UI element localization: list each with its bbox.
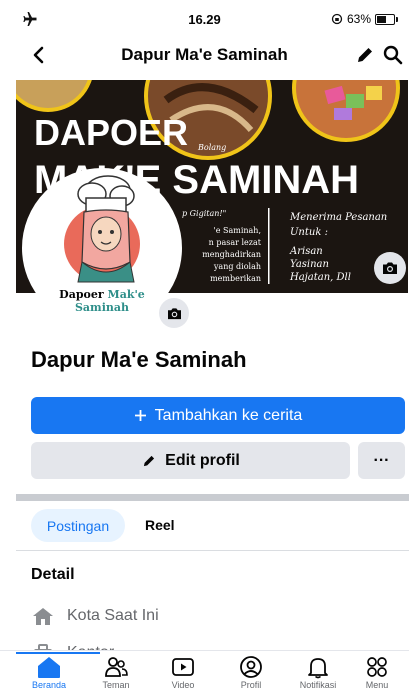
nav-menu[interactable]: Menu: [345, 655, 409, 690]
edit-cover-camera-button[interactable]: [374, 252, 406, 284]
cover-description-line: memberikan: [210, 274, 261, 283]
cover-order-item: Arisan: [289, 246, 323, 257]
pencil-icon: [144, 455, 155, 466]
edit-avatar-camera-button[interactable]: [159, 298, 189, 328]
home-icon: [38, 657, 60, 678]
nav-profile-label: Profil: [240, 680, 262, 690]
cover-order-item: Hajatan, Dll: [289, 272, 351, 283]
search-icon[interactable]: [382, 44, 404, 66]
cover-description-line: n pasar lezat: [209, 238, 262, 247]
battery-icon: [375, 13, 398, 25]
top-header: Dapur Ma'e Saminah: [0, 38, 409, 72]
nav-notifications[interactable]: Notifikasi: [286, 655, 350, 690]
cover-headline-1: DAPOER: [34, 112, 188, 153]
profile-avatar[interactable]: Dapoer Mak'e Saminah: [22, 168, 182, 328]
cover-description-line: yang diolah: [213, 262, 261, 271]
cover-description-line: 'e Saminah,: [214, 226, 262, 235]
friends-icon: [105, 657, 128, 677]
orientation-lock-icon: [331, 13, 343, 25]
battery-percent: 63%: [346, 12, 371, 26]
cover-tagline: p Gigitan!": [182, 209, 226, 218]
camera-icon: [383, 262, 397, 274]
section-divider: [16, 494, 409, 501]
nav-video[interactable]: Video: [151, 655, 215, 690]
house-icon: [33, 608, 53, 625]
bottom-navigation: Beranda Teman Video Profil Notifikasi Me…: [0, 650, 409, 692]
bell-icon: [308, 658, 328, 679]
menu-grid-icon: [367, 657, 387, 677]
cover-order-title-1: Menerima Pesanan: [289, 212, 387, 223]
video-icon: [172, 658, 194, 676]
page-title: Dapur Ma'e Saminah: [121, 45, 288, 64]
edit-profile-button[interactable]: Edit profil: [31, 442, 350, 479]
status-bar: 16.29 63%: [0, 0, 409, 40]
nav-notifications-label: Notifikasi: [299, 680, 337, 690]
cover-order-title-2: Untuk :: [290, 227, 328, 238]
nav-home-label: Beranda: [31, 680, 67, 690]
detail-current-city[interactable]: Kota Saat Ini: [31, 604, 159, 628]
profile-icon: [240, 656, 262, 678]
cover-order-item: Yasinan: [290, 259, 329, 270]
detail-current-city-label: Kota Saat Ini: [67, 607, 159, 624]
nav-friends-label: Teman: [102, 680, 130, 690]
add-to-story-label: Tambahkan ke cerita: [154, 406, 303, 424]
nav-friends[interactable]: Teman: [84, 655, 148, 690]
cover-description-line: menghadirkan: [202, 250, 261, 259]
profile-name: Dapur Ma'e Saminah: [31, 347, 247, 372]
logo-text-line2: Saminah: [74, 301, 129, 314]
camera-icon: [167, 307, 181, 319]
more-dots-icon: ···: [373, 451, 390, 469]
details-heading: Detail: [31, 566, 75, 583]
nav-video-label: Video: [171, 680, 195, 690]
add-to-story-button[interactable]: Tambahkan ke cerita: [31, 397, 405, 434]
nav-profile[interactable]: Profil: [219, 655, 283, 690]
edit-profile-label: Edit profil: [165, 451, 240, 469]
plus-icon: [134, 410, 146, 421]
cover-food-label: Bolang: [197, 143, 226, 152]
nav-home[interactable]: Beranda: [17, 655, 81, 690]
tab-posts[interactable]: Postingan: [31, 509, 125, 542]
logo-text-line1: Dapoer Mak'e: [59, 288, 145, 301]
more-options-button[interactable]: ···: [358, 442, 405, 479]
tab-reels[interactable]: Reel: [145, 517, 175, 533]
pencil-icon[interactable]: [354, 44, 376, 66]
loading-progress-bar: [16, 652, 100, 654]
nav-menu-label: Menu: [365, 680, 389, 690]
tabs-separator: [16, 550, 409, 551]
